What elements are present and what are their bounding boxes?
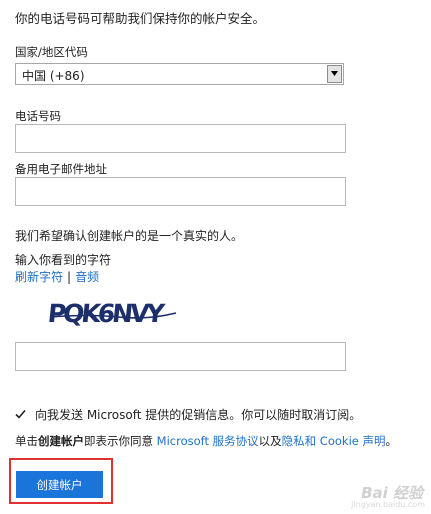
backup-email-label: 备用电子邮件地址 [15, 162, 107, 176]
terms-prefix: 单击 [15, 434, 38, 448]
watermark-url: jingyan.baidu.com [351, 500, 425, 509]
country-code-select[interactable]: 中国 (+86) [15, 63, 344, 85]
country-code-label: 国家/地区代码 [15, 45, 88, 59]
backup-email-input[interactable] [15, 177, 346, 206]
terms-text: 单击创建帐户即表示你同意 Microsoft 服务协议以及隐私和 Cookie … [15, 433, 397, 449]
service-agreement-link[interactable]: Microsoft 服务协议 [157, 434, 259, 448]
intro-text: 你的电话号码可帮助我们保持你的帐户安全。 [15, 11, 266, 26]
refresh-captcha-link[interactable]: 刷新字符 [15, 270, 63, 284]
captcha-links: 刷新字符 | 音频 [15, 268, 99, 285]
terms-conj: 以及 [258, 434, 282, 448]
phone-input[interactable] [15, 124, 346, 153]
country-code-value: 中国 (+86) [22, 69, 85, 83]
promo-checkbox[interactable] [15, 409, 26, 420]
privacy-cookie-link[interactable]: 隐私和 Cookie 声明 [282, 434, 386, 448]
human-check-heading: 我们希望确认创建帐户的是一个真实的人。 [15, 229, 244, 243]
link-separator: | [67, 270, 72, 284]
svg-text:PQK6NVY: PQK6NVY [48, 299, 167, 328]
captcha-image: PQK6NVY [46, 293, 178, 333]
dropdown-arrow-icon[interactable] [327, 65, 342, 83]
terms-suffix: 。 [385, 434, 398, 448]
captcha-prompt: 输入你看到的字符 [15, 253, 112, 267]
promo-row: 向我发送 Microsoft 提供的促销信息。你可以随时取消订阅。 [15, 406, 361, 423]
captcha-input[interactable] [15, 342, 346, 371]
audio-captcha-link[interactable]: 音频 [75, 270, 99, 284]
promo-text: 向我发送 Microsoft 提供的促销信息。你可以随时取消订阅。 [35, 408, 362, 422]
terms-bold: 创建帐户 [38, 434, 84, 448]
phone-label: 电话号码 [15, 109, 61, 123]
terms-middle: 即表示你同意 [84, 434, 157, 448]
create-account-button[interactable]: 创建帐户 [16, 471, 103, 498]
